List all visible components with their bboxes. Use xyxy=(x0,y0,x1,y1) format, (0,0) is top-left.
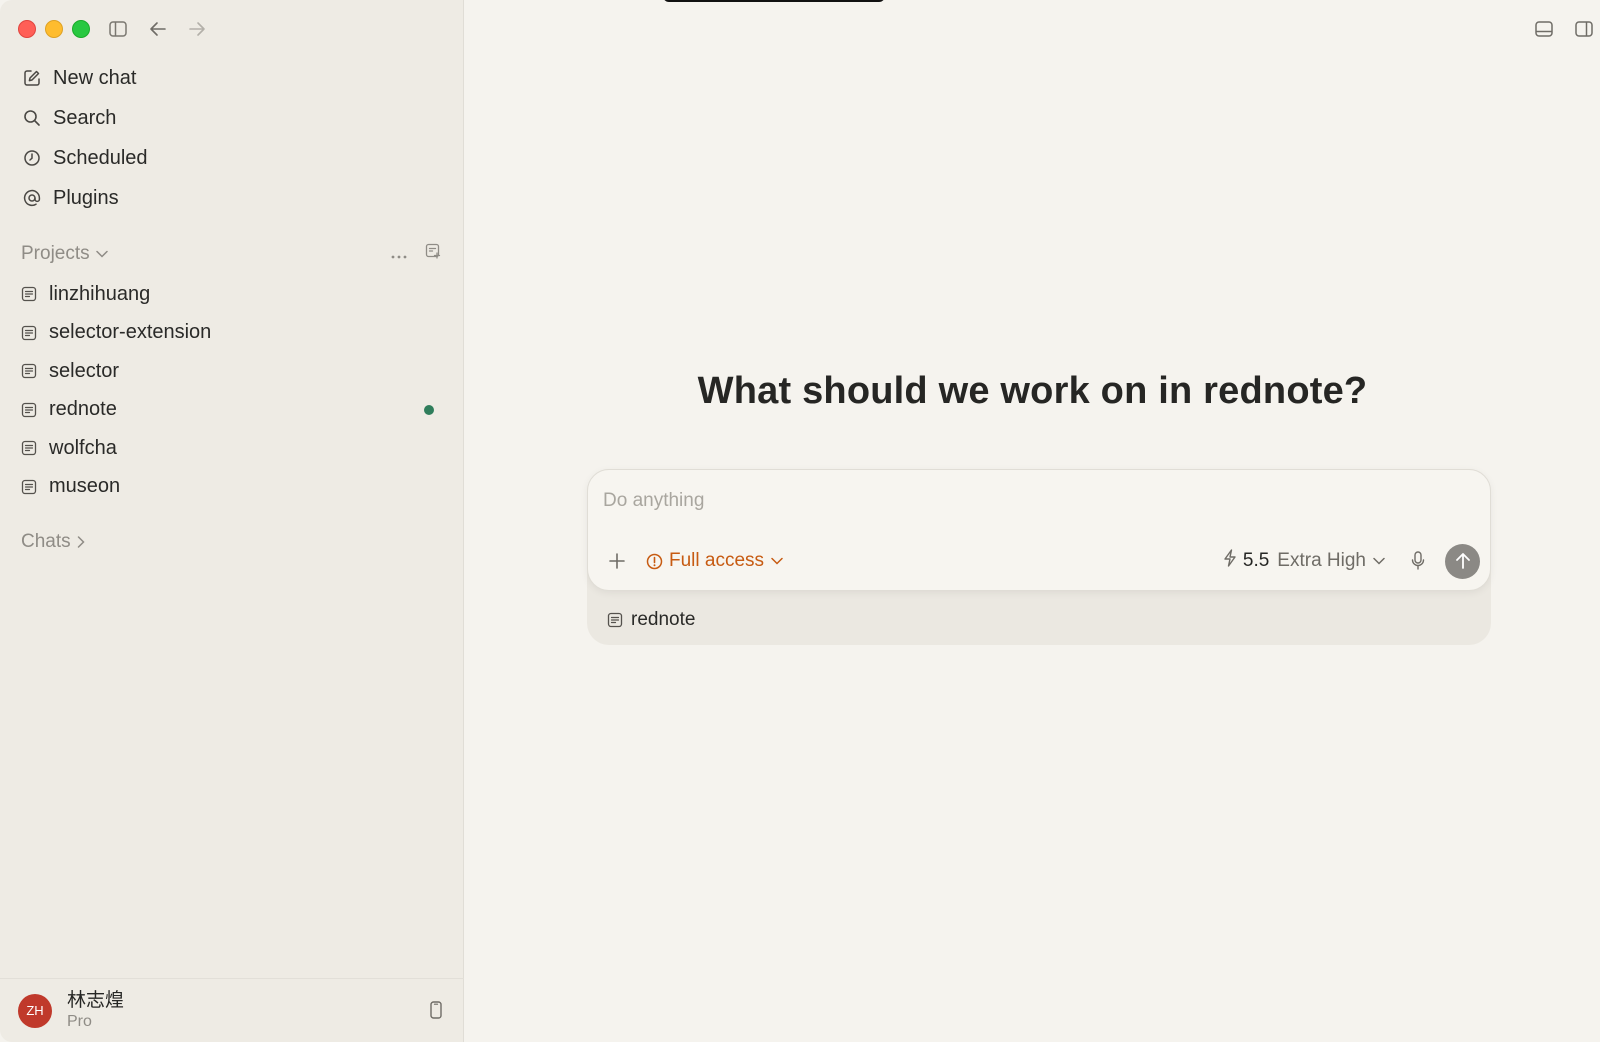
project-item-selector[interactable]: selector xyxy=(10,352,450,391)
user-name: 林志煌 xyxy=(67,989,125,1011)
user-info: 林志煌 Pro xyxy=(67,990,124,1032)
access-dropdown[interactable]: Full access xyxy=(646,550,783,572)
folder-icon xyxy=(20,439,38,457)
clock-icon xyxy=(22,148,42,168)
composer: Full access 5.5 Extra High xyxy=(587,469,1491,591)
project-chip-label: rednote xyxy=(631,609,696,630)
folder-icon xyxy=(607,612,623,628)
model-selector[interactable]: 5.5 Extra High xyxy=(1223,549,1385,573)
project-label: wolfcha xyxy=(49,436,117,459)
composer-container: Full access 5.5 Extra High xyxy=(587,469,1491,645)
add-attachment-button[interactable] xyxy=(604,548,630,574)
nav-label: New chat xyxy=(53,66,137,89)
project-item-selector-extension[interactable]: selector-extension xyxy=(10,314,450,353)
microphone-button[interactable] xyxy=(1405,548,1431,574)
sidebar: New chat Search Scheduled Plugins Projec… xyxy=(0,0,464,1042)
sidebar-nav: New chat Search Scheduled Plugins xyxy=(12,58,452,218)
window-controls xyxy=(18,20,90,38)
bottom-panel-icon[interactable] xyxy=(1533,18,1555,40)
microphone-icon xyxy=(1411,551,1425,570)
nav-label: Scheduled xyxy=(53,146,148,169)
active-status-dot xyxy=(424,404,434,415)
more-options-icon[interactable] xyxy=(391,243,407,265)
projects-label: Projects xyxy=(21,243,90,264)
zoom-window-button[interactable] xyxy=(72,20,90,38)
device-icon[interactable] xyxy=(430,1001,442,1024)
project-label: rednote xyxy=(49,398,117,421)
right-panel-icon[interactable] xyxy=(1573,18,1595,40)
chats-label: Chats xyxy=(21,531,71,552)
reasoning-level: Extra High xyxy=(1277,550,1366,571)
search-icon xyxy=(22,108,42,128)
chevron-down-icon xyxy=(1373,557,1385,565)
new-project-icon[interactable] xyxy=(425,243,441,265)
folder-icon xyxy=(20,362,38,380)
project-item-linzhihuang[interactable]: linzhihuang xyxy=(10,275,450,314)
projects-actions xyxy=(391,243,441,265)
chats-section-header[interactable]: Chats xyxy=(21,528,441,556)
prompt-input[interactable] xyxy=(603,486,1463,516)
nav-label: Plugins xyxy=(53,186,119,209)
forward-arrow-icon[interactable] xyxy=(186,18,208,40)
nav-new-chat[interactable]: New chat xyxy=(12,58,452,98)
sidebar-toggle-icon[interactable] xyxy=(107,18,129,40)
project-label: selector xyxy=(49,359,120,382)
project-label: museon xyxy=(49,475,121,498)
project-item-rednote[interactable]: rednote xyxy=(10,391,450,430)
folder-icon xyxy=(20,478,38,496)
model-version: 5.5 xyxy=(1242,550,1270,571)
avatar: ZH xyxy=(18,993,52,1028)
close-window-button[interactable] xyxy=(18,20,36,38)
at-icon xyxy=(22,188,42,208)
chevron-right-icon xyxy=(77,536,85,548)
back-arrow-icon[interactable] xyxy=(147,18,169,40)
warning-icon xyxy=(646,553,663,570)
project-context-chip[interactable]: rednote xyxy=(607,609,695,631)
chevron-down-icon xyxy=(95,250,108,258)
nav-label: Search xyxy=(53,106,117,129)
user-plan: Pro xyxy=(67,1012,92,1030)
nav-plugins[interactable]: Plugins xyxy=(12,178,452,218)
composer-toolbar: Full access 5.5 Extra High xyxy=(604,543,1480,579)
camera-notch xyxy=(663,0,885,2)
project-label: selector-extension xyxy=(49,321,212,344)
folder-icon xyxy=(20,285,38,303)
projects-list: linzhihuang selector-extension selector … xyxy=(10,275,450,506)
folder-icon xyxy=(20,324,38,342)
lightning-icon xyxy=(1223,549,1237,573)
main-panel: What should we work on in rednote? Full … xyxy=(465,0,1600,1042)
page-title: What should we work on in rednote? xyxy=(697,370,1368,412)
compose-icon xyxy=(22,68,42,88)
projects-section-header[interactable]: Projects xyxy=(21,240,441,268)
folder-icon xyxy=(20,401,38,419)
access-label: Full access xyxy=(669,550,765,571)
user-profile[interactable]: ZH 林志煌 Pro xyxy=(0,978,464,1042)
send-button[interactable] xyxy=(1445,543,1480,579)
nav-search[interactable]: Search xyxy=(12,98,452,138)
nav-scheduled[interactable]: Scheduled xyxy=(12,138,452,178)
project-item-wolfcha[interactable]: wolfcha xyxy=(10,429,450,468)
project-item-museon[interactable]: museon xyxy=(10,468,450,507)
arrow-up-icon xyxy=(1455,553,1470,569)
app-window: New chat Search Scheduled Plugins Projec… xyxy=(0,0,1600,1042)
chevron-down-icon xyxy=(771,557,783,565)
minimize-window-button[interactable] xyxy=(45,20,63,38)
plus-icon xyxy=(609,553,625,569)
project-label: linzhihuang xyxy=(49,282,151,305)
